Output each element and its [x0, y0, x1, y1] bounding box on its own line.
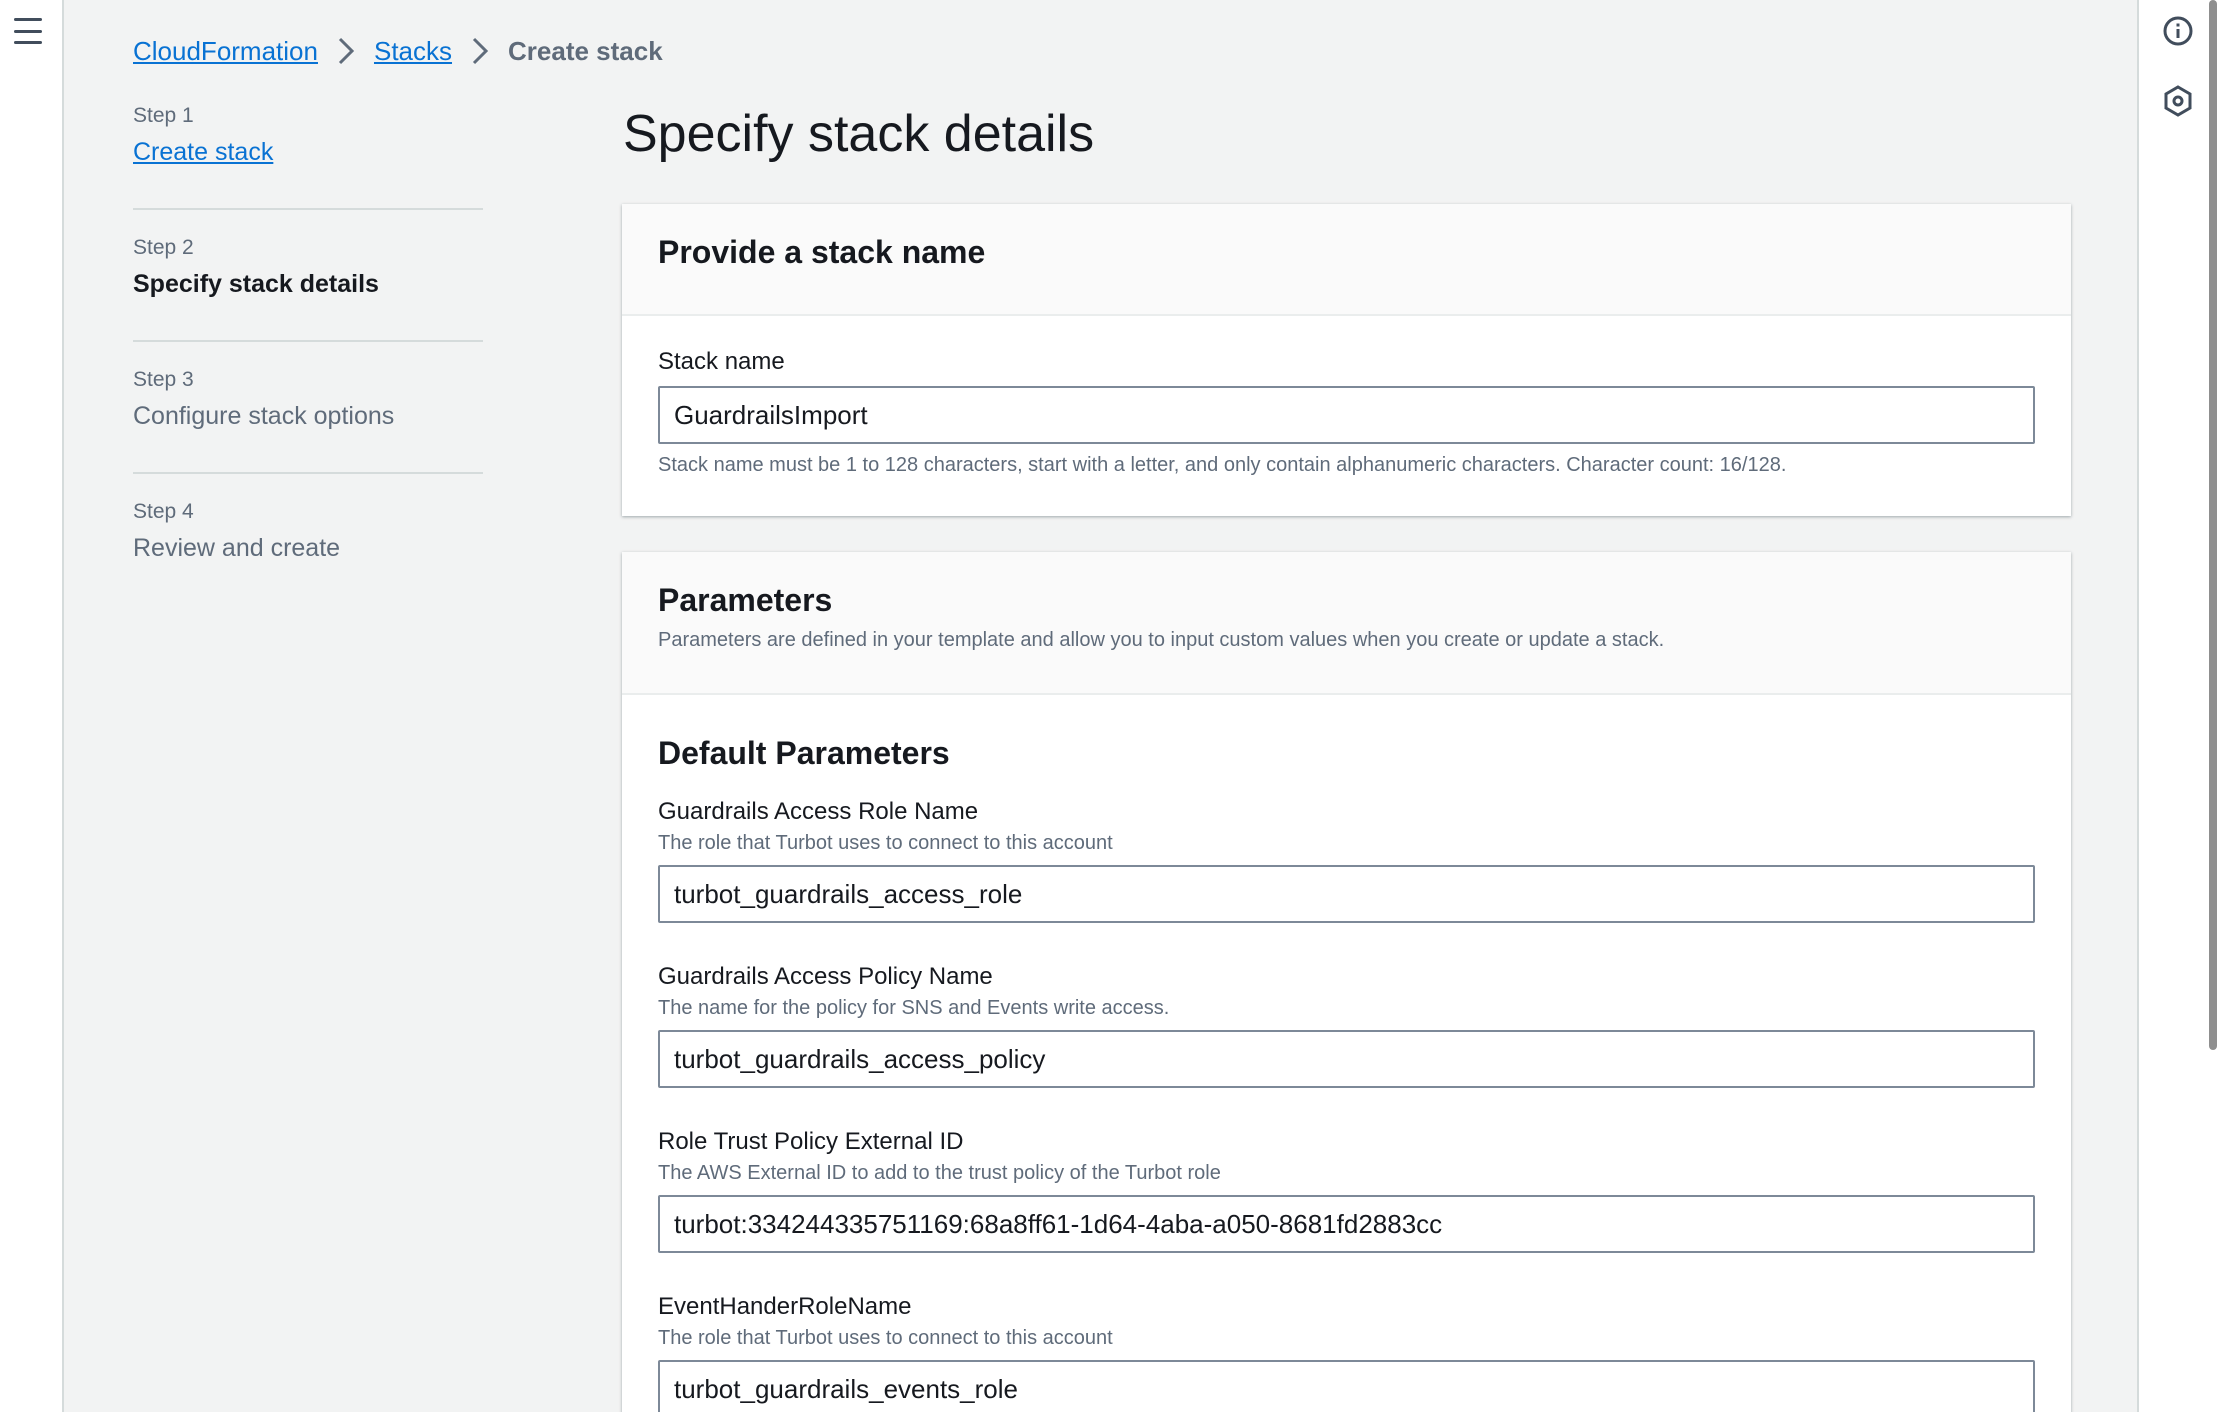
- container-header: Parameters Parameters are defined in you…: [622, 552, 2071, 695]
- parameter-label: Guardrails Access Policy Name: [658, 963, 993, 990]
- parameter-field: EventHanderRoleName The role that Turbot…: [658, 1293, 2035, 1412]
- wizard-steps: Step 1 Create stack Step 2 Specify stack…: [133, 104, 483, 632]
- scrollbar[interactable]: [2209, 0, 2217, 1050]
- step-number: Step 3: [133, 368, 194, 391]
- container-title: Provide a stack name: [658, 234, 986, 270]
- info-icon[interactable]: [2161, 14, 2195, 48]
- parameter-label: EventHanderRoleName: [658, 1293, 912, 1320]
- parameter-description: The role that Turbot uses to connect to …: [658, 1327, 1113, 1349]
- tools-rail: [2137, 0, 2217, 1412]
- parameter-description: The AWS External ID to add to the trust …: [658, 1162, 1221, 1184]
- container-header: Provide a stack name: [622, 204, 2071, 316]
- step-number: Step 4: [133, 500, 194, 523]
- breadcrumb-current: Create stack: [508, 35, 663, 66]
- stack-name-label: Stack name: [658, 348, 785, 375]
- container-description: Parameters are defined in your template …: [658, 629, 1665, 651]
- parameter-label: Guardrails Access Role Name: [658, 798, 979, 825]
- page-title: Specify stack details: [623, 105, 1095, 163]
- stack-name-container: Provide a stack name Stack name Stack na…: [622, 204, 2071, 516]
- parameter-field: Role Trust Policy External ID The AWS Ex…: [658, 1128, 2035, 1268]
- settings-hexagon-icon[interactable]: [2161, 84, 2195, 118]
- access-policy-name-input[interactable]: [658, 1030, 2035, 1088]
- parameter-description: The name for the policy for SNS and Even…: [658, 997, 1170, 1019]
- step-title-current: Specify stack details: [133, 270, 379, 298]
- stack-name-constraint: Stack name must be 1 to 128 characters, …: [658, 454, 1787, 476]
- menu-icon[interactable]: [14, 18, 42, 44]
- breadcrumb-stacks[interactable]: Stacks: [374, 36, 452, 67]
- chevron-right-icon: [328, 34, 364, 68]
- step-number: Step 1: [133, 104, 194, 127]
- wizard-step-2: Step 2 Specify stack details: [133, 236, 483, 342]
- stack-name-input[interactable]: [658, 386, 2035, 444]
- wizard-step-4: Step 4 Review and create: [133, 500, 483, 606]
- breadcrumb-cloudformation[interactable]: CloudFormation: [133, 36, 318, 67]
- parameter-label: Role Trust Policy External ID: [658, 1128, 964, 1155]
- wizard-step-3: Step 3 Configure stack options: [133, 368, 483, 474]
- step-number: Step 2: [133, 236, 194, 259]
- container-title: Parameters: [658, 582, 833, 618]
- parameter-description: The role that Turbot uses to connect to …: [658, 832, 1113, 854]
- navigation-rail: [0, 0, 64, 1412]
- parameter-field: Guardrails Access Policy Name The name f…: [658, 963, 2035, 1103]
- step-link-create-stack[interactable]: Create stack: [133, 138, 273, 166]
- external-id-input[interactable]: [658, 1195, 2035, 1253]
- access-role-name-input[interactable]: [658, 865, 2035, 923]
- wizard-step-1: Step 1 Create stack: [133, 104, 483, 210]
- chevron-right-icon: [462, 34, 498, 68]
- parameters-container: Parameters Parameters are defined in you…: [622, 552, 2071, 1412]
- step-title: Configure stack options: [133, 402, 395, 430]
- container-body: Stack name Stack name must be 1 to 128 c…: [622, 316, 2071, 477]
- container-body: Default Parameters Guardrails Access Rol…: [622, 695, 2071, 1412]
- default-parameters-title: Default Parameters: [658, 735, 950, 771]
- breadcrumb: CloudFormation Stacks Create stack: [133, 34, 663, 68]
- event-handler-role-name-input[interactable]: [658, 1360, 2035, 1412]
- parameter-field: Guardrails Access Role Name The role tha…: [658, 798, 2035, 938]
- step-title: Review and create: [133, 534, 341, 562]
